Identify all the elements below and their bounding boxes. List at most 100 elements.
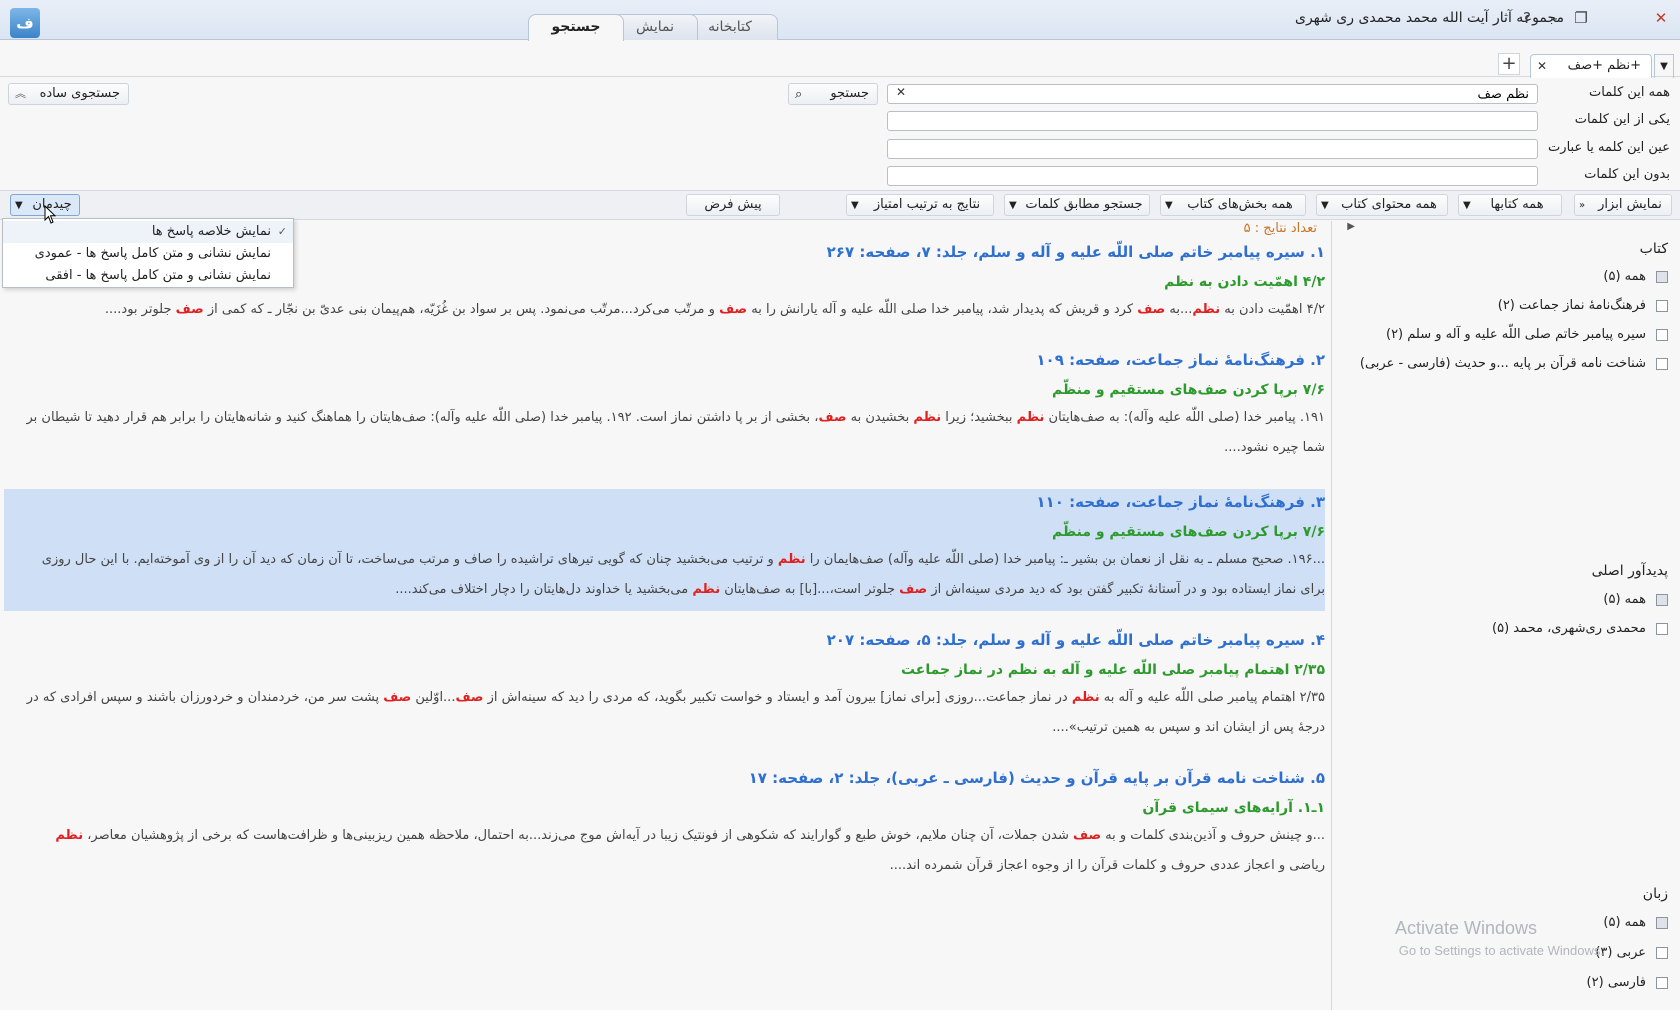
highlighted-keyword: صف — [818, 410, 847, 425]
add-tab-button[interactable]: + — [1498, 53, 1520, 75]
snippet-text: جلوتر است،...[با] به صف‌هایتان — [720, 582, 900, 597]
facet-label: شناخت نامه قرآن بر پایه ...و حدیث (فارسی… — [1359, 356, 1646, 371]
highlighted-keyword: نظم — [1192, 302, 1221, 317]
facets-panel: ▶ کتاب همه (۵) فرهنگ‌نامهٔ نماز جماعت (۲… — [1331, 221, 1680, 1010]
snippet-text: ...به — [1165, 302, 1193, 317]
highlighted-keyword: صف — [899, 582, 928, 597]
default-button[interactable]: پیش فرض — [686, 194, 780, 216]
facet-label: همه (۵) — [1603, 915, 1646, 930]
result-section[interactable]: ۱ـ۱. آرایه‌های سیمای قرآن — [1142, 800, 1325, 816]
clear-icon[interactable]: ✕ — [896, 85, 906, 99]
result-item-selected[interactable]: ۳. فرهنگ‌نامهٔ نماز جماعت، صفحه: ۱۱۰ ۷/۶… — [4, 489, 1325, 611]
result-title[interactable]: ۴. سیره پیامبر خاتم صلی اللّه علیه و آله… — [827, 631, 1325, 649]
facet-author-item[interactable]: محمدی ری‌شهری، محمد (۵) — [1492, 621, 1668, 641]
facet-language-item[interactable]: فارسی (۲) — [1587, 975, 1668, 995]
result-item[interactable]: ۵. شناخت نامه قرآن بر پایه قرآن و حدیث (… — [4, 765, 1325, 883]
close-tab-icon[interactable]: ✕ — [1537, 55, 1547, 77]
checkbox[interactable] — [1656, 946, 1668, 959]
checkbox[interactable] — [1656, 976, 1668, 989]
collapse-panel-icon[interactable]: ▶ — [1347, 221, 1355, 232]
close-icon[interactable]: ✕ — [1652, 9, 1670, 27]
query-tab[interactable]: +نظم +صف ✕ — [1530, 54, 1652, 78]
exclude-words-input[interactable] — [887, 166, 1538, 186]
book-content-dropdown[interactable]: همه محتوای کتاب ▼ — [1316, 194, 1448, 216]
all-books-label: همه کتابها — [1490, 197, 1544, 212]
result-item[interactable]: ۲. فرهنگ‌نامهٔ نماز جماعت، صفحه: ۱۰۹ ۷/۶… — [4, 347, 1325, 465]
tab-display[interactable]: نمایش — [612, 14, 698, 40]
help-icon[interactable]: ? — [1518, 9, 1536, 27]
search-button-label: جستجو — [830, 86, 869, 101]
snippet-line: ۱۹۱. پیامبر خدا (صلی اللّه علیه وآله): ب… — [4, 403, 1325, 433]
search-button[interactable]: جستجو ⌕ — [788, 83, 878, 105]
facet-book-item[interactable]: سیره پیامبر خاتم صلی اللّه علیه و آله و … — [1386, 327, 1668, 347]
result-title[interactable]: ۲. فرهنگ‌نامهٔ نماز جماعت، صفحه: ۱۰۹ — [1036, 351, 1325, 369]
checkbox[interactable] — [1656, 593, 1668, 606]
result-snippet: ۴/۲ اهمّیت دادن به نظم...به صف کرد و قری… — [4, 295, 1325, 325]
result-section[interactable]: ۷/۶ برپا کردن صف‌های مستقیم و منظّم — [1052, 524, 1325, 540]
snippet-text: ببخشید؛ زیرا — [941, 410, 1017, 425]
checkbox[interactable] — [1656, 270, 1668, 283]
result-section[interactable]: ۴/۲ اهمّیت دادن به نظم — [1164, 274, 1325, 290]
layout-menu: ✓ نمایش خلاصه پاسخ ها نمایش نشانی و متن … — [2, 218, 294, 288]
app-logo-icon: ف — [10, 8, 40, 38]
show-tools-button[interactable]: نمایش ابزار « — [1574, 194, 1672, 216]
exact-phrase-label: عین این کلمه یا عبارت — [1548, 140, 1670, 155]
book-sections-dropdown[interactable]: همه بخش‌های کتاب ▼ — [1160, 194, 1306, 216]
facet-label: همه (۵) — [1603, 269, 1646, 284]
checkbox[interactable] — [1656, 299, 1668, 312]
minimize-icon[interactable]: – — [1545, 9, 1563, 27]
snippet-line: ریاضی و اعجاز عددی حروف و کلمات قرآن را … — [4, 851, 1325, 881]
result-title[interactable]: ۵. شناخت نامه قرآن بر پایه قرآن و حدیث (… — [749, 769, 1325, 787]
all-books-dropdown[interactable]: همه کتابها ▼ — [1458, 194, 1562, 216]
snippet-text: درجهٔ پس از ایشان اند و سپس به همین ترتی… — [1052, 720, 1325, 735]
result-section[interactable]: ۷/۶ برپا کردن صف‌های مستقیم و منظّم — [1052, 382, 1325, 398]
tab-search[interactable]: جستجو — [528, 14, 624, 41]
result-snippet: ۲/۳۵ اهتمام پیامبر صلی اللّه علیه و آله … — [4, 683, 1325, 743]
result-title[interactable]: ۱. سیره پیامبر خاتم صلی اللّه علیه و آله… — [827, 243, 1325, 261]
sort-dropdown[interactable]: نتایج به ترتیب امتیاز ▼ — [846, 194, 994, 216]
facet-language-item[interactable]: عربی (۳) — [1595, 945, 1668, 965]
result-snippet: ...۱۹۶. صحیح مسلم ـ به نقل از نعمان بن ب… — [4, 545, 1325, 605]
menu-item-vertical[interactable]: نمایش نشانی و متن کامل پاسخ ها - عمودی — [3, 243, 293, 265]
tab-list-dropdown-icon[interactable]: ▼ — [1654, 54, 1674, 78]
result-item[interactable]: ۴. سیره پیامبر خاتم صلی اللّه علیه و آله… — [4, 627, 1325, 745]
menu-item-label: نمایش خلاصه پاسخ ها — [151, 224, 271, 239]
result-section[interactable]: ۲/۳۵ اهتمام پیامبر صلی اللّه علیه و آله … — [901, 662, 1325, 678]
facet-book-all[interactable]: همه (۵) — [1603, 269, 1668, 289]
checkbox[interactable] — [1656, 357, 1668, 370]
snippet-line: درجهٔ پس از ایشان اند و سپس به همین ترتی… — [4, 713, 1325, 743]
snippet-line: شما چیره نشود.... — [4, 433, 1325, 463]
snippet-text: ، بخشی از بر پا داشتن نماز است. ۱۹۲. پیا… — [26, 410, 819, 425]
restore-icon[interactable]: ❐ — [1572, 9, 1590, 27]
any-words-input[interactable] — [887, 111, 1538, 131]
highlighted-keyword: نظم — [913, 410, 942, 425]
match-words-dropdown[interactable]: جستجو مطابق کلمات ▼ — [1004, 194, 1150, 216]
highlighted-keyword: نظم — [1071, 690, 1100, 705]
snippet-text: ۲/۳۵ اهتمام پیامبر صلی اللّه علیه و آله … — [1099, 690, 1325, 705]
facet-book-item[interactable]: شناخت نامه قرآن بر پایه ...و حدیث (فارسی… — [1360, 356, 1668, 376]
all-words-input[interactable] — [887, 84, 1538, 104]
facet-book-item[interactable]: فرهنگ‌نامهٔ نماز جماعت (۲) — [1498, 298, 1668, 318]
exact-phrase-input[interactable] — [887, 139, 1538, 159]
facet-heading-book: کتاب — [1639, 241, 1668, 257]
chevron-up-icon: ︽ — [15, 87, 26, 100]
facet-language-all[interactable]: همه (۵) — [1603, 915, 1668, 935]
any-words-label: یکی از این کلمات — [1574, 112, 1670, 127]
menu-item-horizontal[interactable]: نمایش نشانی و متن کامل پاسخ ها - افقی — [3, 265, 293, 287]
snippet-text: جلوتر بود.... — [104, 302, 176, 317]
result-title[interactable]: ۳. فرهنگ‌نامهٔ نماز جماعت، صفحه: ۱۱۰ — [1036, 493, 1325, 511]
checkbox[interactable] — [1656, 622, 1668, 635]
checkbox[interactable] — [1656, 328, 1668, 341]
highlighted-keyword: نظم — [55, 828, 84, 843]
checkbox[interactable] — [1656, 916, 1668, 929]
facet-label: فرهنگ‌نامهٔ نماز جماعت (۲) — [1497, 298, 1646, 313]
snippet-line: ...۱۹۶. صحیح مسلم ـ به نقل از نعمان بن ب… — [4, 545, 1325, 575]
caret-down-icon: ▼ — [15, 200, 23, 211]
activation-watermark-text: Go to Settings to activate Windows. — [1398, 943, 1604, 958]
simple-search-button[interactable]: جستجوی ساده ︽ — [8, 83, 129, 105]
title-bar: ف کتابخانه نمایش جستجو مجموعه آثار آیت ا… — [0, 0, 1680, 41]
check-icon: ✓ — [277, 225, 287, 238]
facet-label: سیره پیامبر خاتم صلی اللّه علیه و آله و … — [1385, 327, 1646, 342]
facet-author-all[interactable]: همه (۵) — [1603, 592, 1668, 612]
caret-down-icon: ▼ — [1321, 200, 1329, 211]
